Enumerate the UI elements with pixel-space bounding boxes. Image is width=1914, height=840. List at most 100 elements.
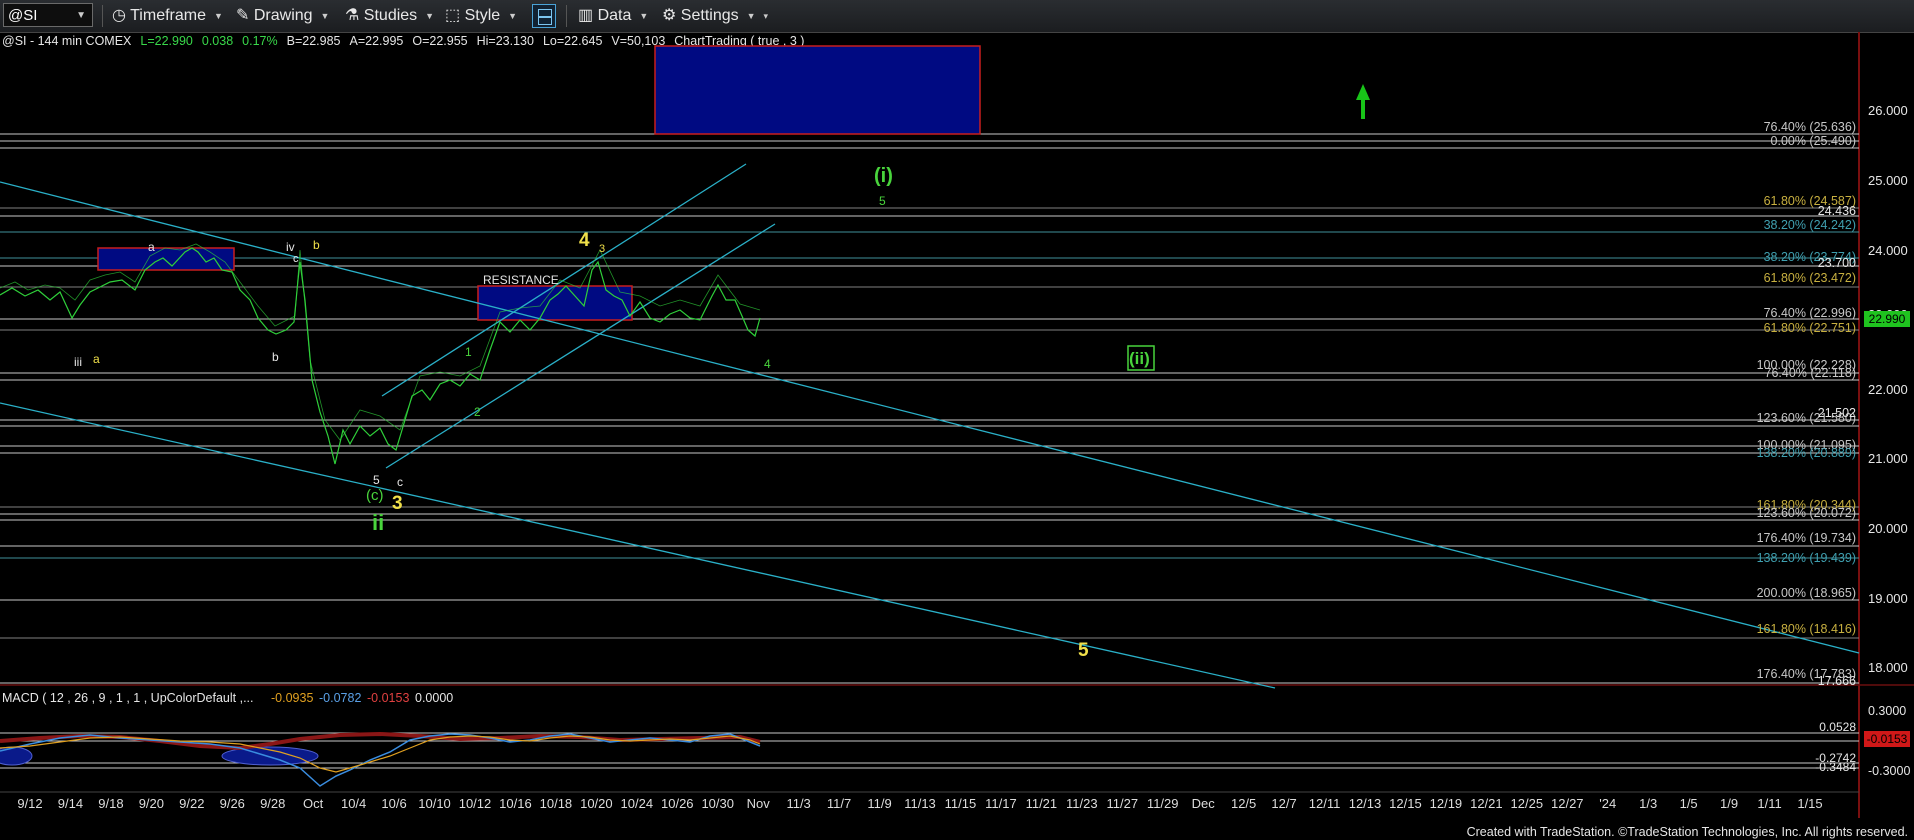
fib-labels: 76.40% (25.636) 0.00% (25.490) 61.80% (2… xyxy=(1757,120,1856,688)
toolbar-divider xyxy=(566,5,567,27)
flask-icon: ⚗ xyxy=(345,7,360,25)
wave-label: 5 xyxy=(879,194,886,208)
date-tick: 11/3 xyxy=(786,796,811,811)
date-tick: 10/24 xyxy=(620,796,654,811)
wave-label: iii xyxy=(74,355,82,369)
date-tick: 12/5 xyxy=(1230,796,1257,811)
trendline xyxy=(385,223,776,469)
fib-label: 161.80% (18.416) xyxy=(1757,622,1856,636)
fib-label: 38.20% (23.774) xyxy=(1764,250,1856,264)
price-axis[interactable]: 26.000 25.000 24.000 23.000 22.000 21.00… xyxy=(1868,103,1908,675)
date-tick: 11/15 xyxy=(944,796,977,811)
price-chart[interactable]: RESISTANCE (i) 5 (ii) 4 3 4 5 ii 3 (c) 5… xyxy=(0,0,1914,840)
macd-highlight xyxy=(221,746,319,766)
studies-button[interactable]: ⚗ Studies ▼ xyxy=(345,4,434,28)
fib-label: 76.40% (22.118) xyxy=(1765,366,1857,380)
wave-label: ii xyxy=(372,510,384,535)
date-tick: 10/16 xyxy=(499,796,532,811)
wave-label: 4 xyxy=(579,230,590,251)
wave-label: 5 xyxy=(373,473,380,487)
macd-value: -0.0153 xyxy=(367,691,409,705)
fib-label: 161.80% (20.344) xyxy=(1757,498,1856,512)
date-tick: 1/15 xyxy=(1797,796,1823,811)
date-tick: 12/11 xyxy=(1308,796,1341,811)
wave-labels: RESISTANCE (i) 5 (ii) 4 3 4 5 ii 3 (c) 5… xyxy=(74,165,1155,661)
date-tick: 9/12 xyxy=(17,796,43,811)
macd-value: 0.0000 xyxy=(415,691,453,705)
fib-label: 200.00% (18.965) xyxy=(1757,586,1856,600)
fib-label: 23.700 xyxy=(1818,256,1856,270)
fib-label: 21.502 xyxy=(1818,406,1856,420)
macd-tick: -0.2742 xyxy=(1815,751,1856,765)
date-tick: '24 xyxy=(1599,796,1617,811)
date-tick: 11/17 xyxy=(985,796,1017,811)
chevron-down-icon[interactable]: ▼ xyxy=(76,4,86,28)
chevron-down-icon: ▼ xyxy=(213,11,223,21)
wave-label: b xyxy=(272,350,279,364)
overflow-icon[interactable]: ▾ xyxy=(764,11,769,21)
fib-label: 0.00% (25.490) xyxy=(1771,134,1856,148)
wave-label: a xyxy=(148,240,155,254)
data-button[interactable]: ▥ Data ▼ xyxy=(578,4,648,28)
wave-label: 1 xyxy=(465,345,472,359)
chevron-down-icon: ▼ xyxy=(320,11,330,21)
date-tick: 9/18 xyxy=(98,796,124,811)
pencil-icon: ✎ xyxy=(236,7,250,25)
high-price: Hi=23.130 xyxy=(476,34,534,48)
wave-label: (i) xyxy=(874,165,893,187)
price-tick: 26.000 xyxy=(1868,103,1908,118)
price-tick: 24.000 xyxy=(1868,243,1908,258)
macd-value: -0.0935 xyxy=(271,691,313,705)
style-label: Style xyxy=(464,7,501,25)
price-tick: 22.000 xyxy=(1868,382,1908,397)
up-arrow-icon xyxy=(1356,84,1370,119)
studies-label: Studies xyxy=(363,7,418,25)
date-tick: 1/9 xyxy=(1720,796,1739,811)
style-button[interactable]: ⬚ Style ▼ xyxy=(445,4,517,28)
date-tick: Nov xyxy=(746,796,770,811)
date-tick: Dec xyxy=(1191,796,1215,811)
wave-label: 3 xyxy=(392,493,403,514)
drawing-button[interactable]: ✎ Drawing ▼ xyxy=(236,4,329,28)
fib-label: 138.20% (19.439) xyxy=(1757,551,1856,565)
settings-label: Settings xyxy=(680,7,739,25)
trendline xyxy=(0,402,1276,689)
style-icon: ⬚ xyxy=(445,7,461,25)
layout-icon[interactable] xyxy=(532,4,556,28)
wave-label: 2 xyxy=(474,405,481,419)
price-tick: 25.000 xyxy=(1868,173,1908,188)
date-tick: 12/15 xyxy=(1389,796,1422,811)
price-series xyxy=(0,247,761,465)
macd-line xyxy=(0,733,761,787)
fib-label: 61.80% (24.587) xyxy=(1764,194,1856,208)
date-tick: 12/21 xyxy=(1470,796,1503,811)
gear-icon: ⚙ xyxy=(662,7,677,25)
macd-histogram xyxy=(0,731,761,751)
macd-header: MACD ( 12 , 26 , 9 , 1 , 1 , UpColorDefa… xyxy=(2,691,254,705)
instrument-label: @SI - 144 min COMEX xyxy=(2,34,132,48)
fib-label: 61.80% (22.751) xyxy=(1764,321,1856,335)
timeframe-button[interactable]: ◷ Timeframe ▼ xyxy=(112,4,223,28)
macd-value-tag: -0.0153 xyxy=(1864,731,1910,747)
settings-button[interactable]: ⚙ Settings ▼ ▾ xyxy=(662,4,768,28)
low-price: Lo=22.645 xyxy=(542,34,603,48)
date-tick: 11/7 xyxy=(826,796,852,811)
date-tick: 12/27 xyxy=(1550,796,1584,811)
fib-label: 24.436 xyxy=(1818,204,1856,218)
wave-label: 3 xyxy=(599,243,605,255)
symbol-input[interactable]: @SI ▼ xyxy=(3,3,93,27)
date-tick: 9/26 xyxy=(219,796,245,811)
wave-label: 5 xyxy=(1078,640,1089,661)
fib-lines xyxy=(0,133,1859,684)
date-axis[interactable]: 9/12 9/14 9/18 9/20 9/22 9/26 9/28 Oct 10/4 10/6 1… xyxy=(0,793,1859,818)
date-tick: 11/27 xyxy=(1106,796,1139,811)
fib-label: 100.00% (21.095) xyxy=(1757,438,1856,452)
symbol-value: @SI xyxy=(8,7,38,24)
price-tick: 21.000 xyxy=(1868,451,1908,466)
date-tick: 10/18 xyxy=(539,796,573,811)
fib-label: 76.40% (22.996) xyxy=(1764,306,1856,320)
toolbar-divider xyxy=(102,5,103,27)
chevron-down-icon: ▼ xyxy=(639,11,649,21)
fib-label: 61.80% (23.472) xyxy=(1764,271,1856,285)
price-tick: 19.000 xyxy=(1868,591,1908,606)
